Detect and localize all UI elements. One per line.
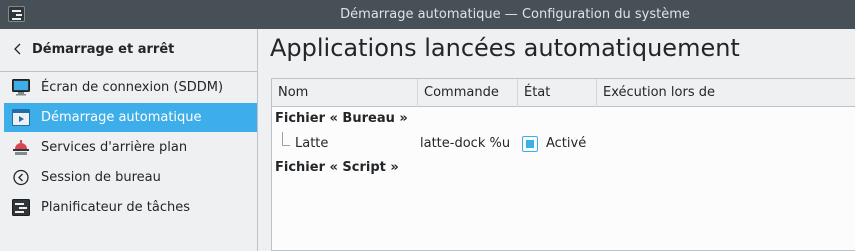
sidebar-header[interactable]: Démarrage et arrêt — [0, 29, 258, 71]
chevron-left-icon[interactable] — [12, 42, 24, 56]
divider — [0, 71, 258, 72]
entry-name: Latte — [295, 136, 329, 151]
column-header-name[interactable]: Nom — [272, 79, 418, 107]
tree-group-row[interactable]: Fichier « Bureau » — [272, 107, 855, 131]
autostart-tree-view[interactable]: Nom Commande État Exécution lors de Fich… — [271, 78, 855, 251]
column-header-state[interactable]: État — [518, 79, 597, 107]
sidebar-category-title: Démarrage et arrêt — [32, 42, 175, 57]
table-row[interactable]: Latte latte-dock %u Activé — [272, 132, 855, 156]
sidebar-item-label: Planificateur de tâches — [41, 200, 190, 215]
monitor-icon — [12, 79, 30, 96]
window-titlebar: Démarrage automatique — Configuration du… — [0, 0, 855, 29]
sidebar-item-label: Écran de connexion (SDDM) — [41, 80, 224, 95]
autostart-icon — [12, 109, 30, 126]
task-scheduler-icon — [12, 199, 30, 216]
column-header-command[interactable]: Commande — [418, 79, 518, 107]
sidebar-item-label: Session de bureau — [41, 170, 161, 185]
sidebar-item-login-screen[interactable]: Écran de connexion (SDDM) — [4, 73, 257, 102]
tree-header: Nom Commande État Exécution lors de — [272, 79, 855, 107]
sidebar-item-task-scheduler[interactable]: Planificateur de tâches — [4, 193, 257, 222]
entry-command: latte-dock %u — [420, 136, 511, 151]
sidebar-item-desktop-session[interactable]: Session de bureau — [4, 163, 257, 192]
group-label-script-files: Fichier « Script » — [275, 160, 399, 175]
tree-branch-line — [282, 132, 290, 146]
tree-group-row[interactable]: Fichier « Script » — [272, 156, 855, 180]
enabled-checkbox[interactable] — [522, 136, 538, 152]
page-title: Applications lancées automatiquement — [270, 34, 740, 62]
sidebar-item-background-services[interactable]: Services d'arrière plan — [4, 133, 257, 162]
services-icon — [13, 140, 29, 155]
sidebar: Démarrage et arrêt Écran de connexion (S… — [0, 29, 258, 251]
column-header-run-on[interactable]: Exécution lors de — [597, 79, 855, 107]
window-title: Démarrage automatique — Configuration du… — [340, 7, 690, 22]
sidebar-item-autostart[interactable]: Démarrage automatique — [4, 103, 257, 132]
sidebar-item-label: Services d'arrière plan — [41, 140, 188, 155]
sidebar-item-label: Démarrage automatique — [41, 110, 202, 125]
main-content: Applications lancées automatiquement Nom… — [259, 29, 855, 251]
group-label-desktop-files: Fichier « Bureau » — [275, 111, 408, 126]
entry-state: Activé — [546, 136, 587, 151]
session-icon — [13, 169, 29, 186]
